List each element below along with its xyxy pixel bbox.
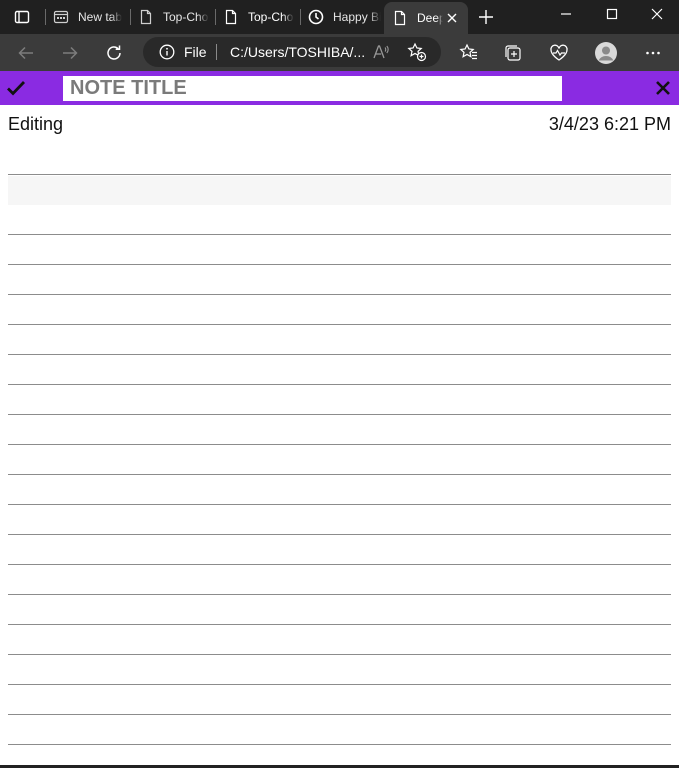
collections-icon: [505, 45, 521, 61]
address-bar[interactable]: File C:/Users/TOSHIBA/...: [143, 37, 441, 67]
maximize-icon: [606, 8, 618, 20]
tab-top-chores-2[interactable]: Top-Chores: [215, 0, 300, 34]
read-aloud-button[interactable]: [371, 42, 391, 62]
note-timestamp: 3/4/23 6:21 PM: [548, 114, 671, 134]
tab-top-chores-1[interactable]: Top-Chores: [130, 0, 215, 34]
add-favorite-button[interactable]: [407, 42, 427, 62]
tab-title: Deep: [417, 11, 443, 25]
maximize-window-button[interactable]: [589, 0, 635, 28]
page-icon: [392, 10, 408, 26]
address-url[interactable]: C:/Users/TOSHIBA/...: [230, 44, 366, 60]
page-icon: [223, 9, 239, 25]
heart-pulse-icon: [550, 44, 568, 61]
browser-essentials-button[interactable]: [545, 39, 573, 67]
tab-title: Happy Birthday: [333, 10, 381, 24]
new-tab-button[interactable]: [474, 5, 498, 29]
page-icon: [138, 9, 154, 25]
favorites-button[interactable]: [455, 39, 483, 67]
star-add-icon: [407, 42, 427, 62]
tab-deep-active[interactable]: Deep: [384, 2, 468, 34]
collections-button[interactable]: [499, 39, 527, 67]
back-button[interactable]: [12, 39, 40, 67]
close-window-button[interactable]: [634, 0, 679, 28]
avatar-icon: [595, 42, 617, 64]
tab-close-button[interactable]: [444, 10, 460, 26]
tab-happy-birthday[interactable]: Happy Birthday: [300, 0, 384, 34]
tab-new-tab[interactable]: New tab: [45, 0, 130, 34]
refresh-icon: [107, 45, 121, 60]
browser-toolbar: File C:/Users/TOSHIBA/...: [0, 34, 679, 71]
address-scheme-label: File: [184, 44, 207, 60]
close-icon: [447, 13, 457, 23]
clock-icon: [308, 9, 324, 25]
note-title-input[interactable]: [63, 76, 562, 101]
plus-icon: [479, 10, 493, 24]
favorites-icon: [459, 43, 477, 60]
tab-title: Top-Chores: [163, 10, 209, 24]
read-aloud-icon: [373, 45, 389, 59]
address-divider: [216, 44, 217, 60]
close-icon: [656, 81, 670, 95]
note-body-textarea[interactable]: [8, 145, 671, 761]
browser-tab-strip: New tab Top-Chores Top-Chores Ha: [0, 0, 679, 34]
minimize-icon: [561, 13, 571, 15]
settings-more-button[interactable]: [639, 39, 667, 67]
arrow-right-icon: [63, 46, 78, 60]
minimize-window-button[interactable]: [543, 0, 589, 28]
profile-button[interactable]: [592, 39, 620, 67]
checkmark-icon: [7, 81, 26, 96]
arrow-left-icon: [18, 46, 33, 60]
close-note-button[interactable]: [651, 77, 675, 99]
forward-button[interactable]: [56, 39, 84, 67]
close-icon: [651, 8, 662, 20]
tab-title: Top-Chores: [248, 10, 294, 24]
note-lined-area: [8, 145, 671, 761]
tab-actions-icon: [14, 10, 30, 24]
tab-title: New tab: [78, 10, 123, 24]
tab-actions-menu-button[interactable]: [8, 6, 36, 28]
editing-status-label: Editing: [8, 114, 64, 134]
info-icon[interactable]: [159, 44, 175, 60]
note-header-bar: [0, 71, 679, 105]
save-note-button[interactable]: [4, 77, 28, 99]
new-tab-page-icon: [53, 9, 69, 25]
more-horizontal-icon: [646, 51, 660, 55]
note-status-row: Editing 3/4/23 6:21 PM: [8, 114, 671, 136]
refresh-button[interactable]: [100, 39, 128, 67]
